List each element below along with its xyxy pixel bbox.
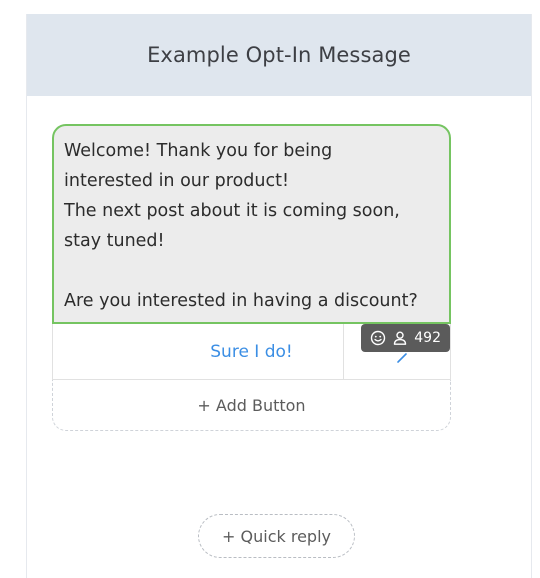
- message-line: Are you interested in having a discount?: [64, 291, 418, 311]
- message-bubble[interactable]: Welcome! Thank you for being interested …: [52, 124, 451, 324]
- message-card: Welcome! Thank you for being interested …: [52, 124, 451, 431]
- link-arrow-icon: [396, 352, 408, 364]
- message-line-blank: [64, 256, 439, 286]
- quick-reply-label: + Quick reply: [222, 526, 331, 546]
- stats-badge[interactable]: 492: [361, 324, 450, 352]
- panel-title: Example Opt-In Message: [147, 43, 411, 67]
- add-button[interactable]: + Add Button: [52, 380, 451, 431]
- message-line: stay tuned!: [64, 231, 165, 251]
- subscriber-count: 492: [414, 330, 441, 346]
- message-button[interactable]: Sure I do! 492: [53, 324, 450, 379]
- buttons-box: Sure I do! 492: [52, 324, 451, 380]
- user-icon: [392, 330, 408, 346]
- message-line: interested in our product!: [64, 171, 289, 191]
- panel-header: Example Opt-In Message: [27, 14, 531, 96]
- message-line: Welcome! Thank you for being: [64, 141, 333, 161]
- smiley-icon: [370, 330, 386, 346]
- add-button-label: + Add Button: [197, 395, 306, 415]
- message-line: The next post about it is coming soon,: [64, 201, 400, 221]
- message-button-label: Sure I do!: [210, 341, 293, 362]
- button-divider: [343, 324, 344, 379]
- quick-reply-button[interactable]: + Quick reply: [198, 514, 355, 558]
